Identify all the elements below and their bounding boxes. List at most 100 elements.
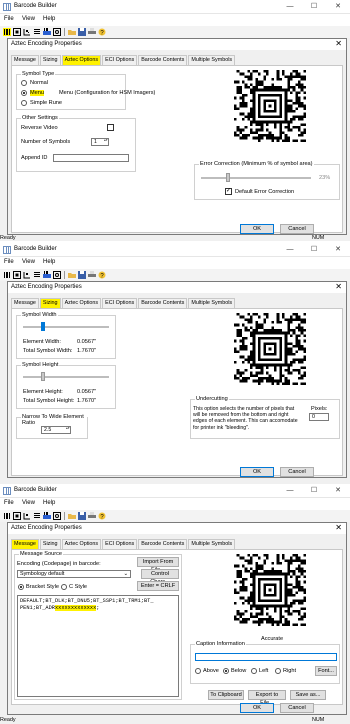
tab-sizing[interactable]: Sizing	[39, 539, 61, 549]
caption-above-radio[interactable]	[195, 668, 201, 674]
dialog-close-icon[interactable]: ✕	[335, 523, 342, 532]
menu-radio[interactable]	[21, 90, 27, 96]
menu-view[interactable]: View	[22, 16, 35, 22]
maximize-button[interactable]: ☐	[302, 243, 326, 257]
default-error-correction-checkbox[interactable]: ✓	[225, 188, 232, 195]
print-icon[interactable]	[88, 28, 96, 36]
open-icon[interactable]	[68, 512, 76, 520]
pixels-field[interactable]: 0	[309, 413, 329, 421]
code128-icon[interactable]	[43, 512, 51, 520]
error-correction-slider[interactable]	[226, 173, 231, 182]
ok-button[interactable]: OK	[240, 703, 274, 713]
print-icon[interactable]	[88, 271, 96, 279]
tab-sizing[interactable]: Sizing	[39, 298, 61, 308]
maxicode-icon[interactable]	[53, 271, 61, 279]
maxicode-icon[interactable]	[53, 512, 61, 520]
menu-help[interactable]: Help	[43, 16, 55, 22]
minimize-button[interactable]: —	[278, 0, 302, 14]
tab-multiple-symbols[interactable]: Multiple Symbols	[188, 539, 236, 549]
new-barcode-icon[interactable]	[3, 271, 11, 279]
menu-view[interactable]: View	[22, 500, 35, 506]
save-icon[interactable]	[78, 512, 86, 520]
simple-rune-radio[interactable]	[21, 100, 27, 106]
minimize-button[interactable]: —	[278, 484, 302, 498]
menu-help[interactable]: Help	[43, 500, 55, 506]
ok-button[interactable]: OK	[240, 467, 274, 477]
tab-eci-options[interactable]: ECI Options	[102, 55, 138, 65]
font-button[interactable]: Font...	[315, 666, 337, 676]
bracket-style-radio[interactable]	[18, 584, 24, 590]
cancel-button[interactable]: Cancel	[280, 224, 314, 234]
menu-help[interactable]: Help	[43, 259, 55, 265]
maximize-button[interactable]: ☐	[302, 484, 326, 498]
cancel-button[interactable]: Cancel	[280, 703, 314, 713]
new-barcode-icon[interactable]	[3, 512, 11, 520]
ratio-stepper[interactable]: 2.5	[41, 426, 71, 434]
to-clipboard-button[interactable]: To Clipboard	[208, 690, 244, 700]
close-window-button[interactable]: ✕	[326, 243, 350, 257]
maximize-button[interactable]: ☐	[302, 0, 326, 14]
tab-message[interactable]: Message	[11, 298, 39, 308]
symbol-height-slider[interactable]	[41, 372, 45, 381]
tab-message[interactable]: Message	[11, 55, 39, 65]
minimize-button[interactable]: —	[278, 243, 302, 257]
help-icon[interactable]: ?	[98, 28, 106, 36]
dialog-close-icon[interactable]: ✕	[335, 39, 342, 48]
tab-eci-options[interactable]: ECI Options	[102, 298, 138, 308]
caption-left-radio[interactable]	[251, 668, 257, 674]
tab-barcode-contents[interactable]: Barcode Contents	[138, 298, 188, 308]
caption-right-radio[interactable]	[275, 668, 281, 674]
symbol-width-slider[interactable]	[41, 322, 45, 331]
pdf417-icon[interactable]	[33, 28, 41, 36]
normal-radio[interactable]	[21, 80, 27, 86]
aztec-barcode-icon[interactable]	[13, 28, 21, 36]
close-window-button[interactable]: ✕	[326, 0, 350, 14]
dialog-close-icon[interactable]: ✕	[335, 282, 342, 291]
message-textarea[interactable]: DEFAULT;BT_DLK;BT_DNU5;BT_SSP1;BT_TRM1;B…	[17, 595, 179, 697]
import-from-file-button[interactable]: Import From File...	[137, 557, 179, 573]
menu-file[interactable]: File	[4, 16, 14, 22]
save-icon[interactable]	[78, 271, 86, 279]
tab-sizing[interactable]: Sizing	[39, 55, 61, 65]
reverse-video-checkbox[interactable]	[107, 124, 114, 131]
c-style-radio[interactable]	[61, 584, 67, 590]
aztec-barcode-icon[interactable]	[13, 512, 21, 520]
save-as-button[interactable]: Save as...	[290, 690, 326, 700]
append-id-field[interactable]	[53, 154, 129, 162]
tab-aztec-options[interactable]: Aztec Options	[61, 55, 102, 65]
code128-icon[interactable]	[43, 271, 51, 279]
enter-crlf-button[interactable]: Enter = CRLF	[137, 581, 179, 591]
caption-input[interactable]	[195, 653, 337, 661]
ok-button[interactable]: OK	[240, 224, 274, 234]
open-icon[interactable]	[68, 28, 76, 36]
aztec-barcode-icon[interactable]	[13, 271, 21, 279]
save-icon[interactable]	[78, 28, 86, 36]
tab-message[interactable]: Message	[11, 539, 39, 549]
menu-file[interactable]: File	[4, 259, 14, 265]
menu-view[interactable]: View	[22, 259, 35, 265]
tab-barcode-contents[interactable]: Barcode Contents	[138, 539, 188, 549]
tab-eci-options[interactable]: ECI Options	[102, 539, 138, 549]
tab-aztec-options[interactable]: Aztec Options	[61, 539, 102, 549]
print-icon[interactable]	[88, 512, 96, 520]
pdf417-icon[interactable]	[33, 512, 41, 520]
caption-below-radio[interactable]	[223, 668, 229, 674]
datamatrix-icon[interactable]	[23, 271, 31, 279]
code128-icon[interactable]	[43, 28, 51, 36]
help-icon[interactable]: ?	[98, 512, 106, 520]
number-of-symbols-stepper[interactable]: 1	[91, 138, 109, 146]
close-window-button[interactable]: ✕	[326, 484, 350, 498]
tab-aztec-options[interactable]: Aztec Options	[61, 298, 102, 308]
export-to-file-button[interactable]: Export to File...	[248, 690, 286, 706]
codepage-select[interactable]: Symbology default ⌄	[17, 570, 131, 578]
tab-barcode-contents[interactable]: Barcode Contents	[138, 55, 188, 65]
help-icon[interactable]: ?	[98, 271, 106, 279]
pdf417-icon[interactable]	[33, 271, 41, 279]
maxicode-icon[interactable]	[53, 28, 61, 36]
tab-multiple-symbols[interactable]: Multiple Symbols	[188, 55, 236, 65]
cancel-button[interactable]: Cancel	[280, 467, 314, 477]
tab-multiple-symbols[interactable]: Multiple Symbols	[188, 298, 236, 308]
datamatrix-icon[interactable]	[23, 512, 31, 520]
datamatrix-icon[interactable]	[23, 28, 31, 36]
control-chars-button[interactable]: Control Chars...	[141, 569, 179, 585]
